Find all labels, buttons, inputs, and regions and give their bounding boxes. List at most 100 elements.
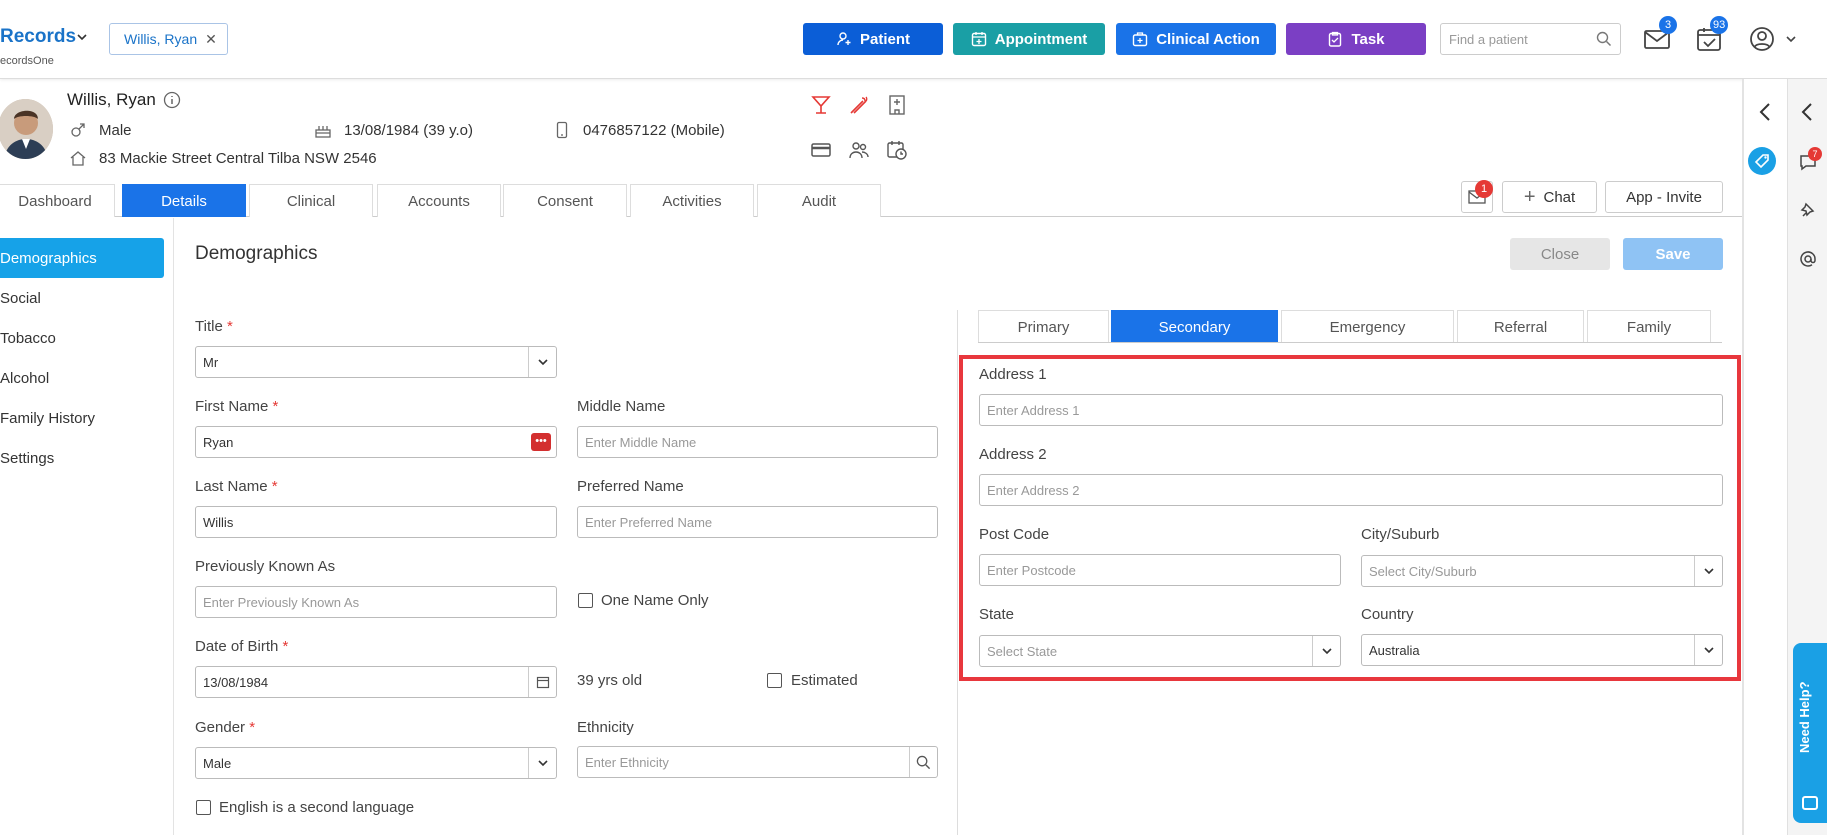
find-patient-search[interactable]: Find a patient (1440, 23, 1621, 55)
calendar-icon[interactable] (528, 667, 556, 697)
address-tabs-underline (978, 342, 1722, 343)
chevron-down-icon[interactable] (1785, 33, 1797, 45)
tab-address-secondary[interactable]: Secondary (1111, 310, 1278, 343)
tab-consent[interactable]: Consent (503, 184, 627, 217)
tab-address-primary[interactable]: Primary (978, 310, 1109, 343)
sidebar-item-family-history[interactable]: Family History (0, 398, 164, 438)
save-button[interactable]: Save (1623, 238, 1723, 270)
add-person-icon (837, 32, 851, 46)
mobile-phone-icon (556, 121, 568, 139)
need-help-button[interactable]: Need Help? (1793, 643, 1827, 823)
estimated-label: Estimated (791, 672, 858, 689)
credit-card-icon[interactable] (810, 139, 832, 161)
tag-icon[interactable] (1748, 147, 1776, 175)
previously-known-as-field[interactable]: Enter Previously Known As (195, 586, 557, 618)
address-section-highlight (959, 355, 1741, 681)
open-patient-tab[interactable]: Willis, Ryan ✕ (109, 23, 228, 55)
english-second-language-label: English is a second language (219, 799, 415, 816)
family-icon[interactable] (848, 139, 870, 161)
chevron-left-icon[interactable] (1756, 101, 1776, 123)
chat-badge: 7 (1808, 147, 1822, 161)
tab-address-emergency[interactable]: Emergency (1281, 310, 1454, 343)
first-name-field[interactable]: Ryan ••• (195, 426, 557, 458)
tab-activities[interactable]: Activities (630, 184, 754, 217)
estimated-checkbox[interactable] (767, 673, 782, 688)
title-select-value: Mr (203, 354, 219, 370)
patient-button-label: Patient (859, 30, 910, 48)
new-appointment-button[interactable]: Appointment (953, 23, 1105, 55)
password-manager-icon[interactable]: ••• (531, 433, 551, 451)
chevron-down-icon[interactable] (76, 31, 88, 43)
need-help-label: Need Help? (1797, 681, 1812, 753)
app-invite-button[interactable]: App - Invite (1605, 181, 1723, 213)
hospital-icon[interactable] (886, 94, 908, 116)
calendar-clock-icon[interactable] (886, 139, 908, 161)
sidebar-item-social[interactable]: Social (0, 278, 164, 318)
mail-badge: 3 (1659, 16, 1677, 34)
sidebar-item-alcohol[interactable]: Alcohol (0, 358, 164, 398)
ethnicity-placeholder: Enter Ethnicity (585, 754, 669, 770)
home-icon (70, 151, 86, 166)
task-button-label: Task (1351, 30, 1385, 48)
one-name-only-checkbox[interactable] (578, 593, 593, 608)
new-clinical-action-button[interactable]: Clinical Action (1116, 23, 1276, 55)
dob-value: 13/08/1984 (203, 674, 269, 690)
pin-icon[interactable] (1798, 201, 1818, 221)
patient-gender-value: Male (99, 121, 132, 139)
chat-button-label: Chat (1543, 188, 1576, 206)
tab-audit[interactable]: Audit (757, 184, 881, 217)
middle-name-field[interactable]: Enter Middle Name (577, 426, 938, 458)
preferred-name-label: Preferred Name (577, 478, 684, 495)
tab-clinical[interactable]: Clinical (249, 184, 373, 217)
english-second-language-checkbox[interactable] (196, 800, 211, 815)
gender-label: Gender * (195, 719, 256, 736)
cigarette-icon[interactable] (848, 94, 870, 116)
clipboard-icon (1329, 31, 1342, 47)
search-icon[interactable] (1596, 31, 1612, 47)
top-bar: Records ecordsOne Willis, Ryan ✕ Patient… (0, 0, 1827, 79)
tab-details[interactable]: Details (122, 184, 246, 217)
preferred-name-field[interactable]: Enter Preferred Name (577, 506, 938, 538)
search-icon[interactable] (909, 747, 937, 777)
details-sidebar: Demographics Social Tobacco Alcohol Fami… (0, 218, 174, 835)
middle-name-label: Middle Name (577, 398, 666, 415)
chevron-down-icon (528, 748, 556, 778)
chat-button[interactable]: + Chat (1502, 181, 1597, 213)
brand-subtitle: ecordsOne (0, 55, 54, 67)
at-sign-icon[interactable] (1798, 249, 1818, 269)
ethnicity-field[interactable]: Enter Ethnicity (577, 746, 938, 778)
patient-phone-value: 0476857122 (Mobile) (583, 121, 725, 139)
sidebar-item-settings[interactable]: Settings (0, 438, 164, 478)
section-title: Demographics (195, 243, 318, 264)
messages-badge: 1 (1475, 180, 1493, 198)
gender-select-value: Male (203, 755, 232, 771)
new-task-button[interactable]: Task (1286, 23, 1426, 55)
birthday-cake-icon (315, 126, 331, 138)
age-text: 39 yrs old (577, 672, 643, 689)
last-name-field[interactable]: Willis (195, 506, 557, 538)
close-icon[interactable]: ✕ (205, 31, 217, 48)
tab-address-family[interactable]: Family (1587, 310, 1711, 343)
gender-icon (71, 123, 85, 137)
gender-select[interactable]: Male (195, 747, 557, 779)
tab-accounts[interactable]: Accounts (377, 184, 501, 217)
dob-label: Date of Birth * (195, 638, 289, 655)
previously-known-as-label: Previously Known As (195, 558, 336, 575)
medical-bag-icon (1132, 32, 1148, 47)
tab-address-referral[interactable]: Referral (1457, 310, 1584, 343)
find-patient-placeholder: Find a patient (1449, 31, 1528, 47)
chat-icon (1802, 796, 1818, 810)
tab-dashboard[interactable]: Dashboard (0, 184, 115, 217)
user-profile-icon[interactable] (1748, 26, 1776, 52)
sidebar-item-tobacco[interactable]: Tobacco (0, 318, 164, 358)
dob-field[interactable]: 13/08/1984 (195, 666, 557, 698)
title-select[interactable]: Mr (195, 346, 557, 378)
chevron-left-icon[interactable] (1798, 101, 1818, 123)
brand-logo[interactable]: Records (0, 26, 76, 48)
close-button[interactable]: Close (1510, 238, 1610, 270)
info-icon[interactable] (163, 91, 181, 109)
new-patient-button[interactable]: Patient (803, 23, 943, 55)
sidebar-item-demographics[interactable]: Demographics (0, 238, 164, 278)
last-name-label: Last Name * (195, 478, 278, 495)
cocktail-glass-icon[interactable] (810, 94, 832, 116)
